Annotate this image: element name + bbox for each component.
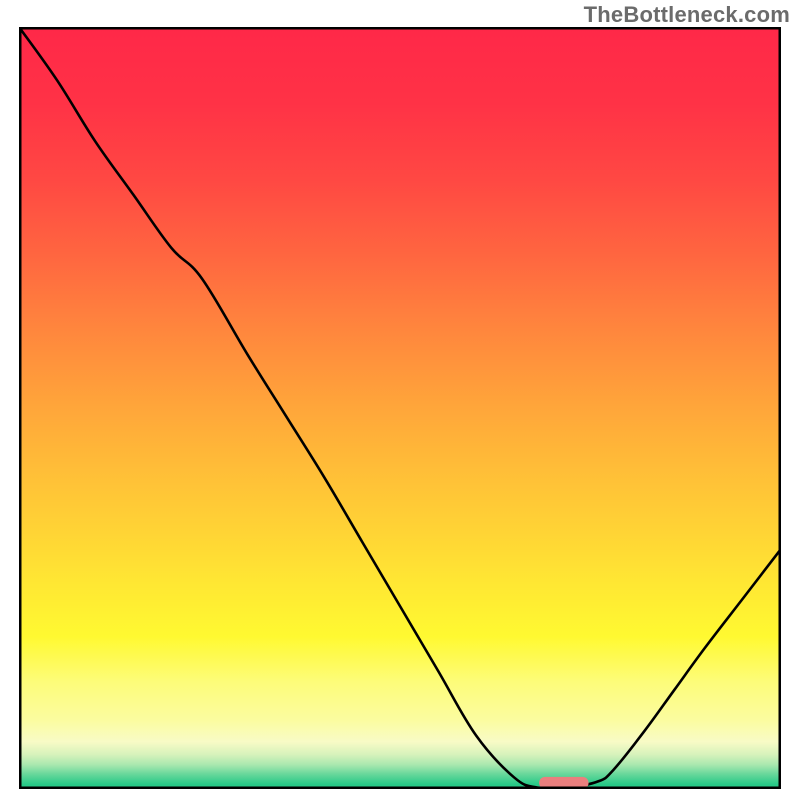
chart-svg bbox=[19, 27, 781, 789]
chart-area bbox=[19, 27, 781, 789]
gradient-background bbox=[19, 27, 781, 789]
watermark-text: TheBottleneck.com bbox=[584, 2, 790, 28]
chart-container: TheBottleneck.com bbox=[0, 0, 800, 800]
